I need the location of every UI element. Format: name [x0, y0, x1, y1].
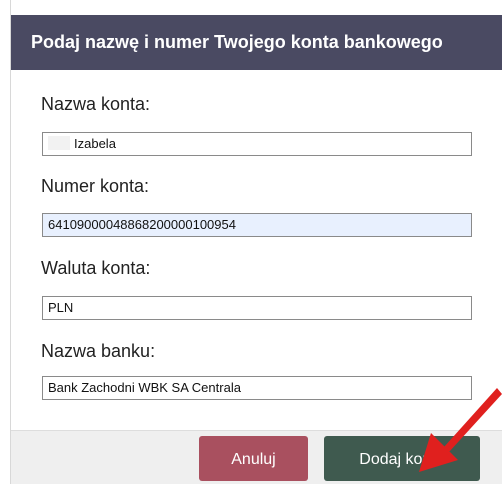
account-name-label: Nazwa konta: — [41, 94, 151, 114]
account-number-input[interactable]: 64109000048868200000100954 — [42, 213, 472, 237]
currency-value: PLN — [48, 300, 74, 315]
bank-name-input[interactable]: Bank Zachodni WBK SA Centrala — [42, 376, 472, 400]
add-bank-account-dialog: Podaj nazwę i numer Twojego konta bankow… — [10, 0, 502, 484]
dialog-title: Podaj nazwę i numer Twojego konta bankow… — [11, 15, 502, 70]
currency-input[interactable]: PLN — [42, 296, 472, 320]
account-name-value: Izabela — [74, 136, 116, 151]
account-number-value: 64109000048868200000100954 — [48, 217, 236, 232]
add-account-button[interactable]: Dodaj konto — [324, 436, 480, 481]
cancel-button[interactable]: Anuluj — [199, 436, 308, 481]
bank-name-label: Nazwa banku: — [41, 341, 156, 361]
bank-name-value: Bank Zachodni WBK SA Centrala — [48, 380, 241, 395]
masked-text-block — [48, 136, 70, 150]
account-name-input[interactable]: Izabela — [42, 132, 472, 156]
account-number-label: Numer konta: — [41, 176, 150, 196]
currency-label: Waluta konta: — [41, 258, 151, 278]
